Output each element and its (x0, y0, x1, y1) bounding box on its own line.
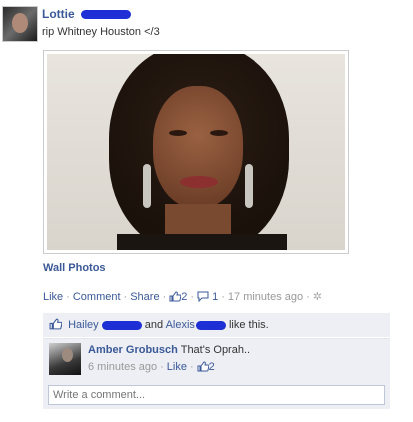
comment-likes-count: 2 (208, 361, 215, 373)
like-link[interactable]: Like (43, 291, 63, 303)
album-link[interactable]: Wall Photos (43, 262, 106, 274)
comment-time[interactable]: 6 minutes ago (88, 361, 157, 373)
share-link[interactable]: Share (130, 291, 159, 303)
thumbs-up-icon (49, 318, 62, 330)
comment-composer (43, 381, 390, 409)
liker-name-2[interactable]: Alexis (166, 319, 195, 331)
comment-likes-count-link[interactable]: 2 (197, 361, 215, 373)
post-time[interactable]: 17 minutes ago (228, 291, 303, 303)
status-text: rip Whitney Houston </3 (42, 26, 160, 38)
likes-bar: Hailey and Alexis like this. (43, 313, 390, 337)
comment-input[interactable] (48, 385, 385, 405)
post-photo[interactable] (43, 50, 349, 254)
comment-item: Amber Grobusch That's Oprah.. 6 minutes … (43, 338, 390, 381)
comment-bubble-icon (197, 291, 209, 302)
likes-conjunction: and (144, 319, 164, 331)
thumbs-up-icon (169, 291, 182, 302)
redacted-scribble (101, 320, 142, 330)
redacted-scribble (81, 10, 132, 20)
comment-like-link[interactable]: Like (167, 361, 187, 373)
liker-name-1[interactable]: Hailey (68, 319, 99, 331)
thumbs-up-icon (197, 361, 209, 372)
author-name[interactable]: Lottie (42, 7, 75, 21)
commenter-avatar[interactable] (49, 343, 81, 375)
post-actions: Like · Comment · Share · 2 · 1 · 17 minutes ago · ✲ (43, 291, 323, 303)
likes-suffix: like this. (228, 319, 269, 331)
commenter-name[interactable]: Amber Grobusch (88, 344, 178, 356)
comments-count-link[interactable]: 1 (197, 291, 218, 303)
post-header: Lottie (42, 7, 132, 21)
globe-icon: ✲ (312, 291, 323, 303)
redacted-scribble (195, 320, 226, 330)
author-avatar[interactable] (2, 6, 38, 42)
likes-count-link[interactable]: 2 (169, 291, 187, 303)
comment-link[interactable]: Comment (73, 291, 121, 303)
comment-text: That's Oprah.. (180, 344, 251, 356)
